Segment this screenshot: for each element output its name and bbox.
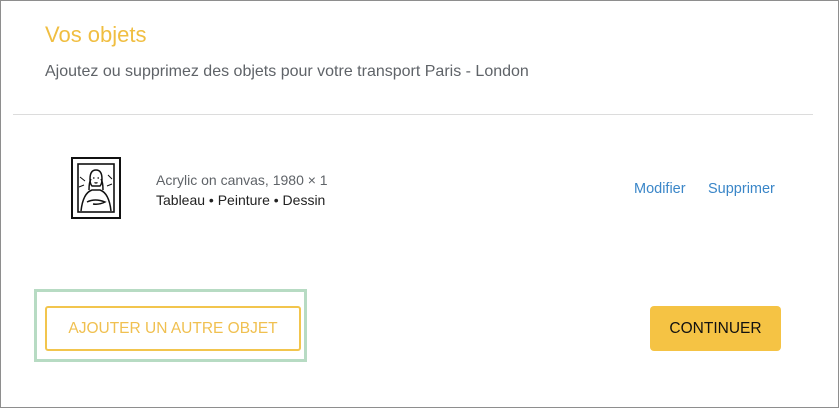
object-item: Acrylic on canvas, 1980 × 1 Tableau • Pe… [71, 157, 791, 223]
continue-button[interactable]: CONTINUER [650, 306, 781, 351]
edit-link[interactable]: Modifier [634, 180, 686, 198]
page-title: Vos objets [45, 22, 147, 47]
page-subtitle: Ajoutez ou supprimez des objets pour vot… [45, 63, 529, 80]
item-description: Acrylic on canvas, 1980 × 1 [156, 172, 328, 188]
objects-panel: Vos objets Ajoutez ou supprimez des obje… [0, 0, 839, 408]
delete-link[interactable]: Supprimer [708, 180, 775, 198]
add-object-button[interactable]: AJOUTER UN AUTRE OBJET [45, 306, 301, 351]
divider [13, 114, 813, 115]
painting-icon [71, 157, 121, 219]
item-categories: Tableau • Peinture • Dessin [156, 192, 326, 208]
